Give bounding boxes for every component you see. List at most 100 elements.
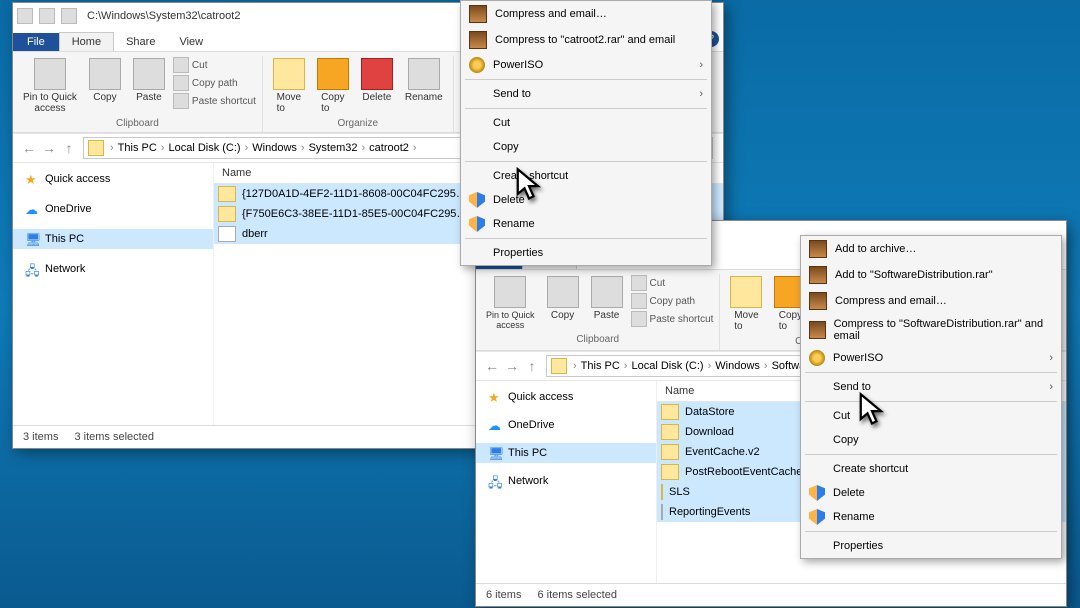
up-arrow[interactable]: ↑ — [522, 356, 542, 376]
sidebar-onedrive[interactable]: ☁OneDrive — [13, 199, 213, 219]
selected-count: 6 items selected — [537, 589, 616, 601]
crumb[interactable]: Windows — [250, 142, 299, 154]
crumb[interactable]: This PC — [579, 360, 622, 372]
submenu-arrow-icon: › — [699, 59, 703, 71]
cm-properties[interactable]: Properties — [461, 241, 711, 265]
navigation-pane: ★Quick access ☁OneDrive 🖥This PC 🖧Networ… — [476, 381, 657, 583]
network-icon: 🖧 — [25, 262, 39, 276]
copy-icon — [547, 276, 579, 308]
view-tab[interactable]: View — [167, 33, 215, 51]
folder-icon — [661, 444, 679, 460]
window-title: C:\Windows\System32\catroot2 — [87, 10, 240, 22]
poweriso-icon — [469, 57, 485, 73]
cm-rename[interactable]: Rename — [461, 212, 711, 236]
cm-delete[interactable]: Delete — [801, 481, 1061, 505]
rename-button[interactable]: Rename — [401, 56, 447, 105]
cloud-icon: ☁ — [488, 418, 502, 432]
forward-arrow[interactable]: → — [39, 138, 59, 158]
rar-icon — [809, 240, 827, 258]
sidebar-network[interactable]: 🖧Network — [476, 471, 656, 491]
sidebar-quick-access[interactable]: ★Quick access — [13, 169, 213, 189]
sidebar-network[interactable]: 🖧Network — [13, 259, 213, 279]
pin-icon — [494, 276, 526, 308]
copy-path-button[interactable]: Copy path — [631, 292, 714, 310]
star-icon: ★ — [488, 390, 502, 404]
cm-poweriso[interactable]: PowerISO› — [801, 346, 1061, 370]
cm-cut[interactable]: Cut — [461, 111, 711, 135]
sidebar-quick-access[interactable]: ★Quick access — [476, 387, 656, 407]
folder-icon — [661, 464, 679, 480]
delete-x-icon — [361, 58, 393, 90]
crumb[interactable]: Windows — [713, 360, 762, 372]
selected-count: 3 items selected — [74, 431, 153, 443]
col-name[interactable]: Name — [214, 163, 491, 183]
sidebar-onedrive[interactable]: ☁OneDrive — [476, 415, 656, 435]
cut-button[interactable]: Cut — [173, 56, 256, 74]
poweriso-icon — [809, 350, 825, 366]
crumb[interactable]: Local Disk (C:) — [629, 360, 705, 372]
copy-button[interactable]: Copy — [543, 274, 583, 323]
cm-compress-to-rar[interactable]: Compress to "catroot2.rar" and email — [461, 27, 711, 53]
paste-shortcut-button[interactable]: Paste shortcut — [631, 310, 714, 328]
crumb[interactable]: catroot2 — [367, 142, 411, 154]
crumb[interactable]: System32 — [307, 142, 360, 154]
forward-arrow[interactable]: → — [502, 356, 522, 376]
cm-add-to-rar[interactable]: Add to "SoftwareDistribution.rar" — [801, 262, 1061, 288]
back-arrow[interactable]: ← — [19, 138, 39, 158]
copy-to-icon — [317, 58, 349, 90]
cm-compress-to-rar-email[interactable]: Compress to "SoftwareDistribution.rar" a… — [801, 314, 1061, 346]
cm-compress-email[interactable]: Compress and email… — [461, 1, 711, 27]
scissors-icon — [631, 275, 647, 291]
cm-properties[interactable]: Properties — [801, 534, 1061, 558]
qat-icon[interactable] — [61, 8, 77, 24]
paste-button[interactable]: Paste — [587, 274, 627, 323]
paste-button[interactable]: Paste — [129, 56, 169, 105]
shield-icon — [469, 216, 485, 232]
crumb[interactable]: Local Disk (C:) — [166, 142, 242, 154]
submenu-arrow-icon: › — [1049, 352, 1053, 364]
back-arrow[interactable]: ← — [482, 356, 502, 376]
file-tab[interactable]: File — [13, 33, 59, 51]
cm-poweriso[interactable]: PowerISO› — [461, 53, 711, 77]
cut-button[interactable]: Cut — [631, 274, 714, 292]
cm-add-archive[interactable]: Add to archive… — [801, 236, 1061, 262]
context-menu-1[interactable]: Compress and email… Compress to "catroot… — [460, 0, 712, 266]
copy-button[interactable]: Copy — [85, 56, 125, 105]
paste-shortcut-icon — [173, 93, 189, 109]
cm-compress-email[interactable]: Compress and email… — [801, 288, 1061, 314]
paste-shortcut-button[interactable]: Paste shortcut — [173, 92, 256, 110]
home-tab[interactable]: Home — [59, 32, 114, 51]
cm-cut[interactable]: Cut — [801, 404, 1061, 428]
delete-button[interactable]: Delete — [357, 56, 397, 105]
move-to-button[interactable]: Move to — [726, 274, 766, 334]
shield-icon — [809, 485, 825, 501]
star-icon: ★ — [25, 172, 39, 186]
cm-create-shortcut[interactable]: Create shortcut — [461, 164, 711, 188]
share-tab[interactable]: Share — [114, 33, 167, 51]
cm-rename[interactable]: Rename — [801, 505, 1061, 529]
context-menu-2[interactable]: Add to archive… Add to "SoftwareDistribu… — [800, 235, 1062, 559]
crumb[interactable]: This PC — [116, 142, 159, 154]
rar-icon — [469, 5, 487, 23]
folder-icon — [551, 358, 567, 374]
folder-icon — [218, 186, 236, 202]
qat-icon[interactable] — [39, 8, 55, 24]
pin-button[interactable]: Pin to Quick access — [19, 56, 81, 116]
up-arrow[interactable]: ↑ — [59, 138, 79, 158]
copy-path-button[interactable]: Copy path — [173, 74, 256, 92]
move-to-button[interactable]: Move to — [269, 56, 309, 116]
scissors-icon — [173, 57, 189, 73]
pin-button[interactable]: Pin to Quick access — [482, 274, 539, 332]
sidebar-this-pc[interactable]: 🖥This PC — [476, 443, 656, 463]
shield-icon — [469, 192, 485, 208]
cm-create-shortcut[interactable]: Create shortcut — [801, 457, 1061, 481]
rar-icon — [809, 321, 826, 339]
cm-send-to[interactable]: Send to› — [461, 82, 711, 106]
cm-copy[interactable]: Copy — [461, 135, 711, 159]
cm-delete[interactable]: Delete — [461, 188, 711, 212]
cm-copy[interactable]: Copy — [801, 428, 1061, 452]
copy-to-button[interactable]: Copy to — [313, 56, 353, 116]
move-icon — [273, 58, 305, 90]
sidebar-this-pc[interactable]: 🖥This PC — [13, 229, 213, 249]
cm-send-to[interactable]: Send to› — [801, 375, 1061, 399]
